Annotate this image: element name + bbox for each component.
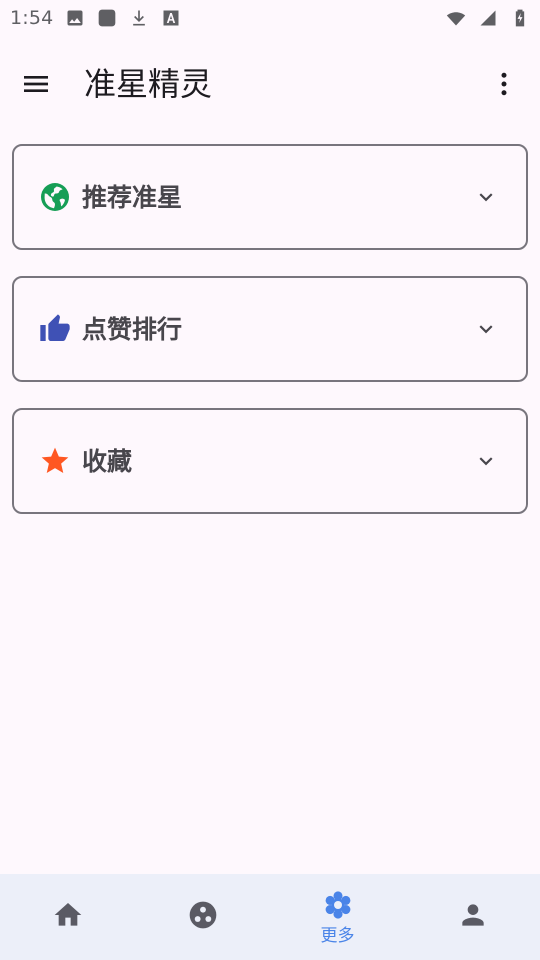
menu-icon	[24, 76, 48, 92]
chevron-down-icon[interactable]	[470, 445, 502, 477]
app-square-icon	[97, 8, 117, 28]
status-time: 1:54	[10, 7, 54, 29]
section-label: 收藏	[82, 446, 133, 476]
signal-icon	[478, 8, 498, 28]
chevron-down-icon[interactable]	[470, 181, 502, 213]
status-bar-left: 1:54	[10, 7, 181, 29]
section-card-likes-ranking[interactable]: 点赞排行	[12, 276, 528, 382]
nav-item-more[interactable]: 更多	[270, 874, 405, 960]
dots-circle-icon	[187, 899, 219, 935]
text-a-icon	[161, 8, 181, 28]
more-vertical-icon	[501, 72, 507, 96]
section-card-recommended[interactable]: 推荐准星	[12, 144, 528, 250]
nav-label-more: 更多	[320, 925, 355, 946]
person-icon	[457, 899, 489, 935]
status-bar: 1:54	[0, 0, 540, 36]
menu-button[interactable]	[12, 60, 60, 108]
nav-item-home[interactable]	[0, 874, 135, 960]
battery-charging-icon	[510, 8, 530, 28]
thumb-up-icon	[38, 312, 72, 346]
globe-icon	[38, 180, 72, 214]
more-options-button[interactable]	[480, 60, 528, 108]
wifi-icon	[446, 8, 466, 28]
bottom-navigation: 更多	[0, 874, 540, 960]
nav-item-discover[interactable]	[135, 874, 270, 960]
flower-icon	[322, 889, 354, 925]
section-label: 点赞排行	[82, 314, 183, 344]
download-icon	[129, 8, 149, 28]
section-label: 推荐准星	[82, 182, 183, 212]
section-list: 推荐准星 点赞排行 收藏	[12, 144, 528, 540]
page-title: 准星精灵	[84, 65, 213, 103]
nav-item-profile[interactable]	[405, 874, 540, 960]
star-icon	[38, 444, 72, 478]
app-bar: 准星精灵	[0, 48, 540, 120]
section-card-favorites[interactable]: 收藏	[12, 408, 528, 514]
chevron-down-icon[interactable]	[470, 313, 502, 345]
home-icon	[52, 899, 84, 935]
status-bar-right	[446, 8, 530, 28]
image-icon	[65, 8, 85, 28]
